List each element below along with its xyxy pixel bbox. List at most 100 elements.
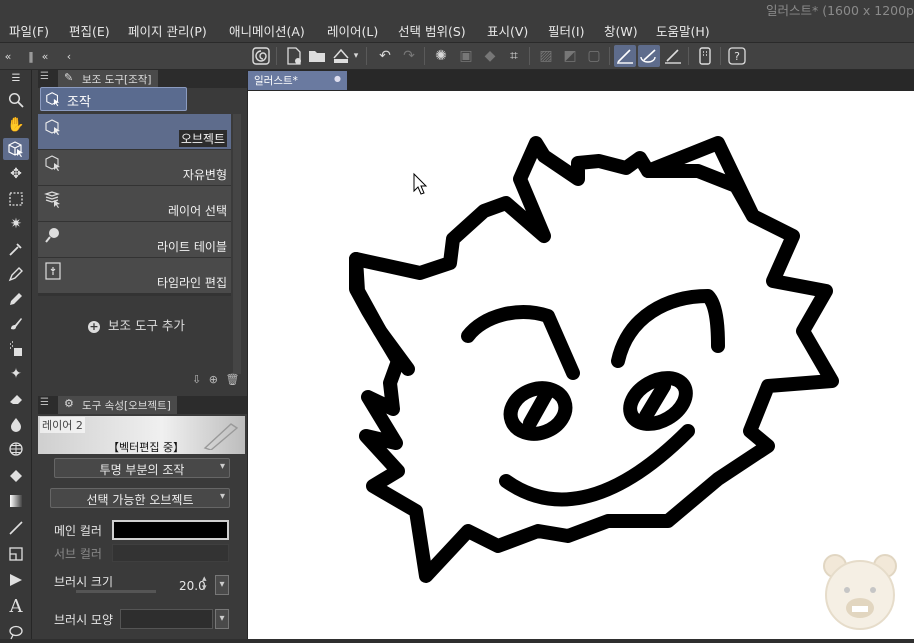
import-icon[interactable]: ⇩ [192, 373, 201, 386]
transform-icon[interactable]: ⌗ [503, 45, 525, 67]
operation-group-icon [45, 91, 61, 111]
fill-icon[interactable] [3, 438, 29, 460]
brush-size-slider[interactable] [76, 590, 156, 593]
gradient-icon[interactable] [3, 490, 29, 512]
document-tab[interactable]: 일러스트* ● [248, 71, 347, 90]
zoom-icon[interactable] [3, 89, 29, 111]
vector-drawing[interactable] [248, 91, 914, 639]
panel-grip-icon[interactable]: ‖ [24, 45, 38, 67]
sub-tool-layer-select[interactable]: 레이어 선택 [38, 186, 231, 222]
sub-tool-timeline-edit-label: 타임라인 편집 [156, 276, 227, 290]
decoration-icon[interactable]: ✦ [3, 363, 29, 385]
sub-tool-tab-icon: ✎ [64, 71, 74, 84]
collapse-left-icon[interactable]: « [1, 45, 15, 67]
tool-property-tab-label: 도구 속성[오브젝트] [82, 400, 171, 412]
hamburger-menu-icon[interactable]: ☰ [3, 72, 29, 84]
add-sub-tool-button[interactable]: + 보조 도구 추가 [88, 315, 185, 334]
clip-icon[interactable]: ▨ [535, 45, 557, 67]
duplicate-icon[interactable]: ⊕ [209, 373, 218, 386]
main-color-label: 메인 컬러 [54, 524, 102, 538]
menu-page-management[interactable]: 페이지 관리(P) [128, 21, 207, 40]
pencil-icon[interactable] [3, 288, 29, 310]
blend-icon[interactable] [3, 413, 29, 435]
menu-edit[interactable]: 편집(E) [69, 21, 110, 40]
fill-selection-icon[interactable]: ◆ [479, 45, 501, 67]
draft-icon[interactable]: ▢ [583, 45, 605, 67]
ruler-icon[interactable] [3, 569, 29, 591]
selection-clear-icon[interactable]: ▣ [455, 45, 477, 67]
sub-tool-group[interactable]: 조작 [40, 87, 187, 111]
hand-icon[interactable]: ✋ [3, 114, 29, 136]
reference-icon[interactable]: ◩ [559, 45, 581, 67]
menu-file[interactable]: 파일(F) [9, 21, 49, 40]
command-bar: « ‖ « ‹ ▾ ↶ ↷ ✺ ▣ ◆ ⌗ ▨ ◩ ▢ ? [0, 42, 914, 70]
snap-ruler-icon[interactable] [614, 45, 636, 67]
pen-icon[interactable] [3, 263, 29, 285]
drawing-canvas[interactable] [248, 91, 914, 639]
unsaved-dot-icon[interactable]: ● [334, 74, 341, 83]
app-logo-icon[interactable] [250, 45, 272, 67]
menu-help[interactable]: 도움말(H) [656, 21, 710, 40]
undo-icon[interactable]: ↶ [374, 45, 396, 67]
device-icon[interactable] [694, 45, 716, 67]
figure-icon[interactable] [3, 517, 29, 539]
brush-icon[interactable] [3, 313, 29, 335]
brush-size-dropdown[interactable]: ▾ [215, 575, 229, 595]
delete-icon[interactable]: 🗑 [225, 373, 239, 386]
brush-shape-dropdown[interactable]: ▾ [215, 609, 229, 629]
help-icon[interactable]: ? [726, 45, 748, 67]
snap-special-ruler-icon[interactable] [638, 45, 660, 67]
frame-icon[interactable] [3, 543, 29, 565]
new-file-icon[interactable] [283, 45, 305, 67]
text-icon[interactable]: A [3, 595, 29, 617]
menu-window[interactable]: 창(W) [604, 21, 638, 40]
menu-animation[interactable]: 애니메이션(A) [229, 21, 305, 40]
sub-color-label: 서브 컬러 [54, 547, 102, 561]
transparent-operation-dropdown[interactable]: 투명 부분의 조작 ▾ [54, 458, 230, 478]
sub-tool-light-table[interactable]: 라이트 테이블 [38, 222, 231, 258]
loading-icon[interactable]: ✺ [430, 45, 452, 67]
tool-property-tab[interactable]: ⚙ 도구 속성[오브젝트] [58, 396, 177, 414]
menu-view[interactable]: 표시(V) [487, 21, 528, 40]
balloon-icon[interactable] [3, 621, 29, 643]
operation-icon[interactable] [3, 138, 29, 160]
brush-shape-field[interactable] [120, 609, 213, 629]
property-menu-icon[interactable]: ☰ [40, 397, 49, 408]
tool-preview: 레이어 2 【벡터편집 중】 [38, 416, 245, 454]
eyedropper-icon[interactable] [3, 238, 29, 260]
panel-menu-icon[interactable]: ☰ [40, 71, 49, 82]
sub-tool-actions: ⇩ ⊕ 🗑 [192, 373, 242, 389]
sub-tool-layer-select-label: 레이어 선택 [167, 204, 227, 218]
main-color-swatch[interactable] [112, 520, 229, 540]
sub-tool-group-label: 조작 [67, 95, 91, 110]
paint-bucket-icon[interactable] [3, 465, 29, 487]
chevron-left-icon[interactable]: ‹ [62, 45, 76, 67]
auto-select-icon[interactable]: ✷ [3, 213, 29, 235]
document-tab-label: 일러스트* [254, 75, 298, 87]
eraser-icon[interactable] [3, 388, 29, 410]
snap-grid-icon[interactable] [662, 45, 684, 67]
marquee-icon[interactable] [3, 188, 29, 210]
move-icon[interactable]: ✥ [3, 163, 29, 185]
sub-tool-timeline-edit[interactable]: 타임라인 편집 [38, 258, 231, 294]
sub-tool-scrollbar[interactable] [233, 114, 241, 374]
chevron-down-icon[interactable]: ▾ [350, 45, 362, 67]
sub-tool-object[interactable]: 오브젝트 [38, 114, 231, 150]
menu-selection[interactable]: 선택 범위(S) [398, 21, 466, 40]
tool-property-icon: ⚙ [64, 397, 74, 410]
sub-color-swatch[interactable] [112, 544, 229, 562]
menu-layer[interactable]: 레이어(L) [327, 21, 378, 40]
open-folder-icon[interactable] [306, 45, 328, 67]
selectable-object-dropdown[interactable]: 선택 가능한 오브젝트 ▾ [50, 488, 230, 508]
chevron-down-icon: ▾ [219, 491, 225, 502]
airbrush-icon[interactable] [3, 338, 29, 360]
redo-icon[interactable]: ↷ [398, 45, 420, 67]
save-icon[interactable] [330, 45, 352, 67]
preview-layer-name: 레이어 2 [40, 417, 85, 433]
transparent-operation-value: 투명 부분의 조작 [99, 463, 185, 477]
collapse-panel-icon[interactable]: « [38, 45, 52, 67]
sub-tool-tab[interactable]: ✎ 보조 도구[조작] [58, 70, 158, 88]
sub-tool-free-transform[interactable]: 자유변형 [38, 150, 231, 186]
menu-filter[interactable]: 필터(I) [548, 21, 584, 40]
spinner-icon[interactable]: ▴ ▾ [202, 575, 207, 593]
